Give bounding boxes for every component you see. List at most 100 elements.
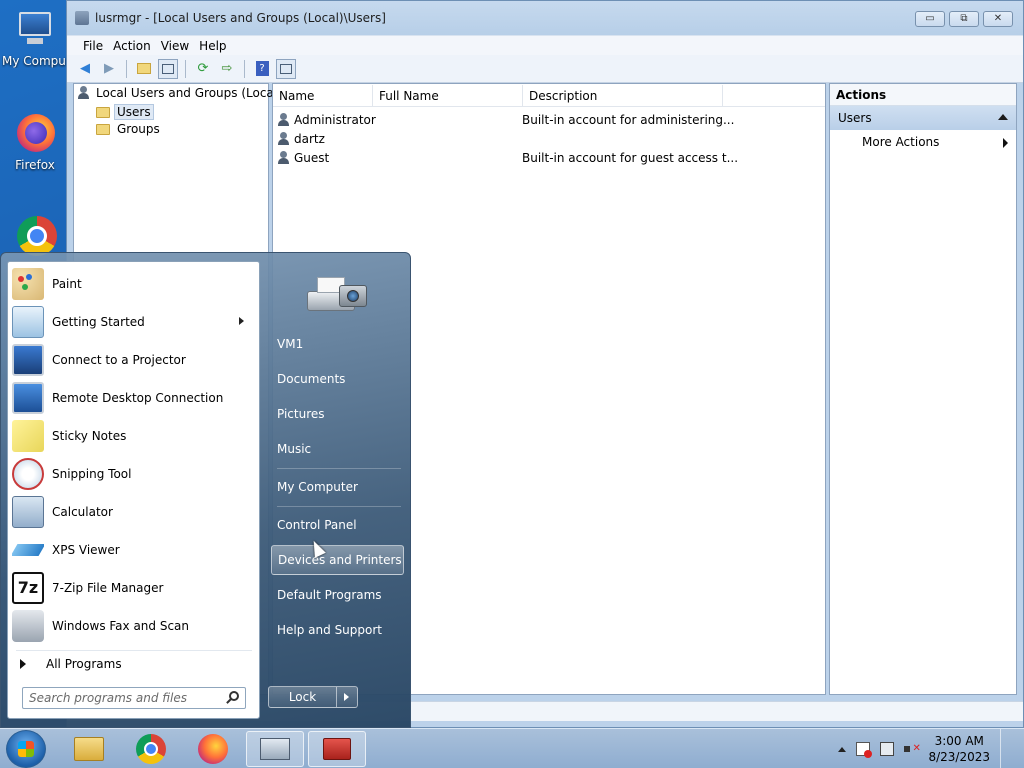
actions-section-label: Users — [838, 111, 872, 125]
show-action-pane-icon[interactable] — [276, 58, 296, 79]
all-programs-button[interactable]: All Programs — [16, 650, 252, 674]
taskbar-firefox[interactable] — [184, 731, 242, 767]
table-row[interactable]: Guest Built-in account for guest access … — [277, 148, 825, 167]
program-label: Remote Desktop Connection — [52, 391, 224, 405]
system-tray: ✕ 3:00 AM 8/23/2023 — [838, 729, 1010, 768]
user-icon — [277, 131, 291, 146]
fax-scan-icon — [12, 610, 44, 642]
program-label: 7-Zip File Manager — [52, 581, 164, 595]
program-remote-desktop[interactable]: Remote Desktop Connection — [12, 379, 256, 417]
taskbar-explorer[interactable] — [60, 731, 118, 767]
user-name: dartz — [294, 131, 325, 146]
remote-desktop-icon — [12, 382, 44, 414]
user-icon — [277, 150, 291, 165]
start-item-music[interactable]: Music — [271, 434, 404, 464]
clock[interactable]: 3:00 AM 8/23/2023 — [928, 733, 990, 765]
tree-root[interactable]: Local Users and Groups (Local) — [78, 86, 282, 100]
start-item-control-panel[interactable]: Control Panel — [271, 510, 404, 540]
projector-icon — [12, 344, 44, 376]
all-programs-label: All Programs — [46, 656, 122, 671]
computer-icon — [13, 8, 57, 52]
program-7zip[interactable]: 7z 7-Zip File Manager — [12, 569, 256, 607]
start-item-documents[interactable]: Documents — [271, 364, 404, 394]
program-label: Getting Started — [52, 315, 145, 329]
column-description[interactable]: Description — [523, 85, 723, 106]
start-item-default-programs[interactable]: Default Programs — [271, 580, 404, 610]
show-hidden-icons-icon[interactable] — [838, 746, 847, 752]
program-label: Snipping Tool — [52, 467, 132, 481]
export-icon[interactable]: ⇨ — [217, 59, 237, 79]
collapse-icon[interactable] — [998, 114, 1008, 120]
close-button[interactable]: ✕ — [983, 11, 1013, 27]
taskbar-mmc[interactable] — [246, 731, 304, 767]
start-item-devices-printers[interactable]: Devices and Printers — [271, 545, 404, 575]
mmc-icon — [260, 738, 290, 760]
getting-started-icon — [12, 306, 44, 338]
program-label: Windows Fax and Scan — [52, 619, 190, 633]
start-menu: Paint Getting Started Connect to a Proje… — [0, 252, 411, 728]
program-xps-viewer[interactable]: XPS Viewer — [12, 531, 256, 569]
clock-time: 3:00 AM — [934, 734, 984, 748]
taskbar-chrome[interactable] — [122, 731, 180, 767]
forward-icon[interactable]: ▶ — [99, 59, 119, 79]
search-input[interactable]: Search programs and files — [22, 687, 246, 709]
menu-bar: File Action View Help — [67, 35, 1023, 55]
program-label: Sticky Notes — [52, 429, 127, 443]
program-label: XPS Viewer — [52, 543, 120, 557]
column-name[interactable]: Name — [273, 85, 373, 106]
show-desktop-button[interactable] — [1000, 729, 1010, 768]
menu-action[interactable]: Action — [113, 39, 161, 53]
shutdown-options-arrow-icon[interactable] — [337, 687, 357, 707]
clock-date: 8/23/2023 — [928, 750, 990, 764]
program-label: Connect to a Projector — [52, 353, 186, 367]
program-calculator[interactable]: Calculator — [12, 493, 256, 531]
folder-icon — [96, 123, 110, 135]
up-folder-icon[interactable] — [134, 59, 154, 79]
start-item-vm1[interactable]: VM1 — [271, 329, 404, 359]
actions-header: Actions — [830, 84, 1016, 106]
tree-item-label: Groups — [117, 122, 160, 136]
tree-item-users[interactable]: Users — [96, 104, 154, 120]
menu-file[interactable]: File — [67, 39, 113, 53]
desktop-icon-my-computer[interactable]: My Computer — [2, 8, 68, 68]
user-name: Administrator — [294, 112, 376, 127]
program-sticky-notes[interactable]: Sticky Notes — [12, 417, 256, 455]
program-fax-scan[interactable]: Windows Fax and Scan — [12, 607, 256, 645]
start-item-pictures[interactable]: Pictures — [271, 399, 404, 429]
start-item-my-computer[interactable]: My Computer — [271, 472, 404, 502]
action-center-icon[interactable] — [856, 742, 873, 758]
more-actions-item[interactable]: More Actions — [830, 130, 1016, 154]
menu-view[interactable]: View — [161, 39, 199, 53]
desktop-icon-firefox[interactable]: Firefox — [2, 112, 68, 172]
taskbar-toolbox[interactable] — [308, 731, 366, 767]
desktop-icon-label: My Computer — [2, 54, 68, 68]
title-bar: lusrmgr - [Local Users and Groups (Local… — [67, 1, 1023, 35]
volume-icon[interactable]: ✕ — [904, 742, 921, 756]
menu-help[interactable]: Help — [199, 39, 236, 53]
program-paint[interactable]: Paint — [12, 265, 256, 303]
restore-button[interactable]: ⧉ — [949, 11, 979, 27]
actions-pane: Actions Users More Actions — [829, 83, 1017, 695]
back-icon[interactable]: ◀ — [75, 59, 95, 79]
start-button[interactable] — [6, 730, 46, 768]
show-tree-icon[interactable] — [158, 58, 178, 79]
seven-zip-icon: 7z — [12, 572, 44, 604]
network-icon[interactable] — [880, 742, 895, 756]
refresh-icon[interactable]: ⟳ — [193, 59, 213, 79]
minimize-button[interactable]: ▭ — [915, 11, 945, 27]
program-snipping-tool[interactable]: Snipping Tool — [12, 455, 256, 493]
firefox-icon — [198, 734, 228, 764]
paint-icon — [12, 268, 44, 300]
actions-section-users[interactable]: Users — [830, 106, 1016, 130]
table-row[interactable]: dartz — [277, 129, 825, 148]
all-programs-arrow-icon — [20, 658, 26, 669]
program-getting-started[interactable]: Getting Started — [12, 303, 256, 341]
program-connect-projector[interactable]: Connect to a Projector — [12, 341, 256, 379]
start-item-help-support[interactable]: Help and Support — [271, 615, 404, 645]
column-full-name[interactable]: Full Name — [373, 85, 523, 106]
table-row[interactable]: Administrator Built-in account for admin… — [277, 110, 825, 129]
tree-item-groups[interactable]: Groups — [96, 122, 160, 136]
help-icon[interactable]: ? — [252, 59, 272, 79]
program-label: Paint — [52, 277, 82, 291]
lock-button[interactable]: Lock — [269, 687, 337, 707]
